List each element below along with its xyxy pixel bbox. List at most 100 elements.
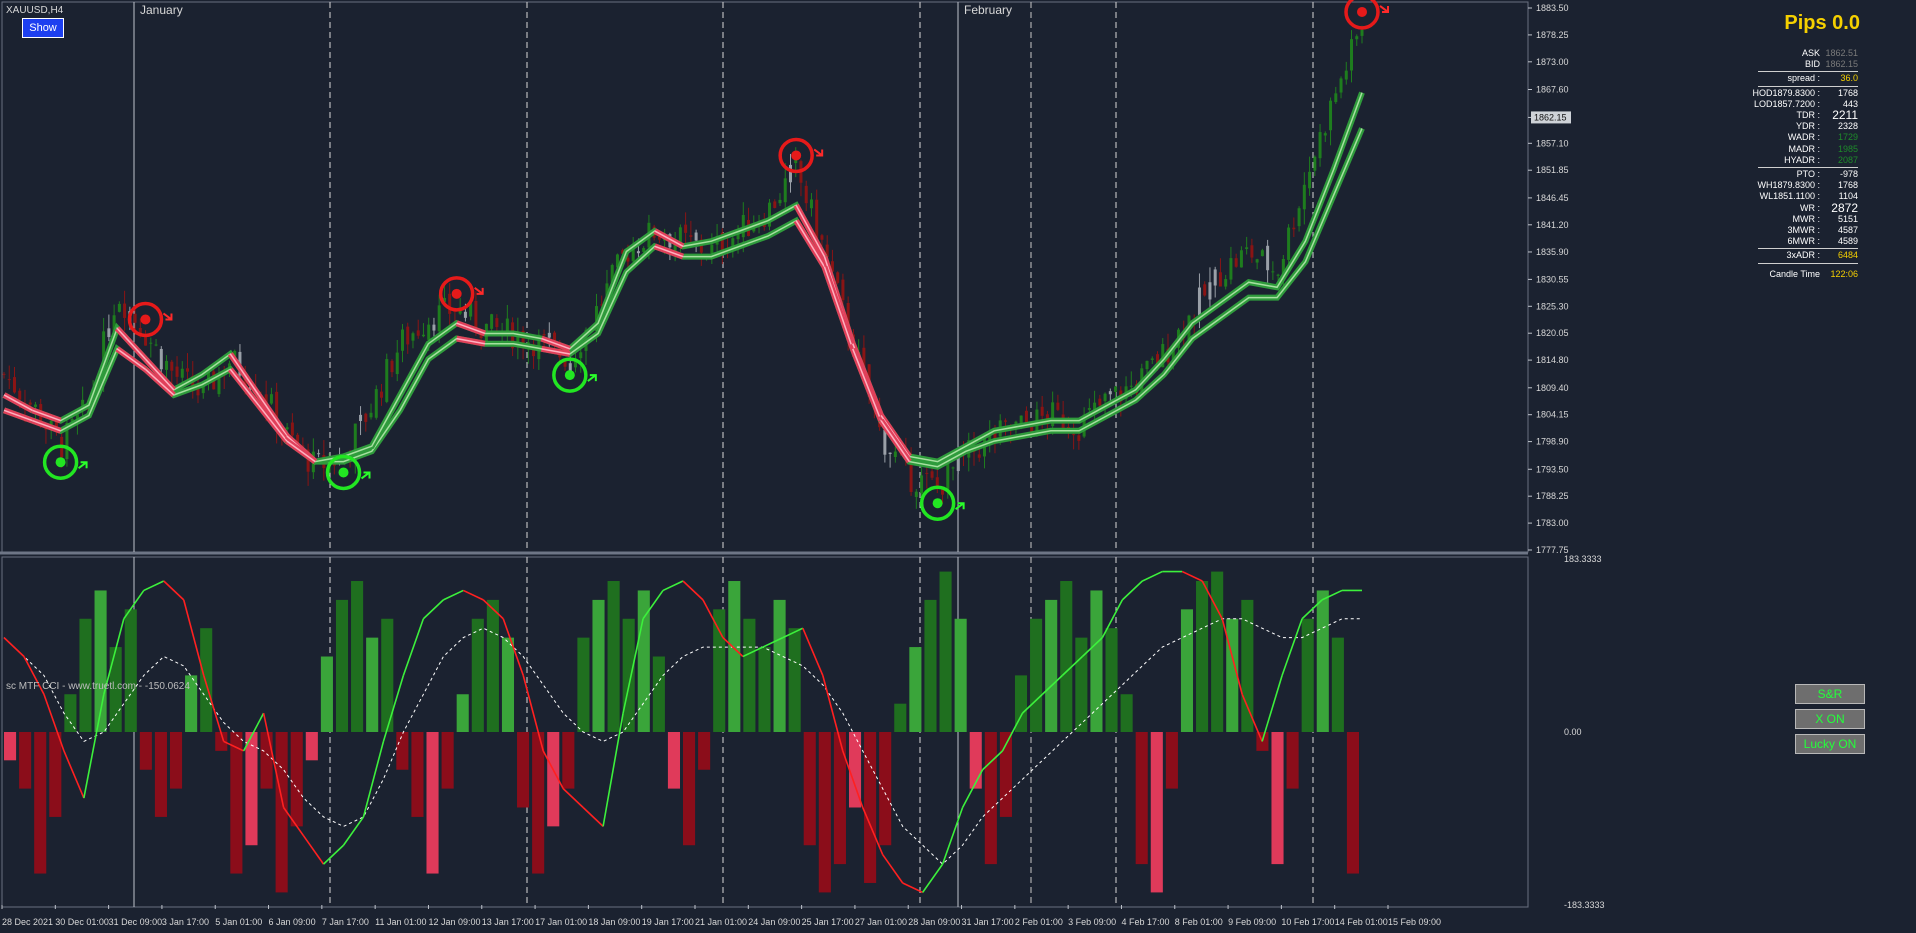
candle-body [1072, 434, 1076, 436]
cci-histogram-bar [335, 599, 349, 732]
time-tick-label: 31 Jan 17:00 [962, 917, 1014, 927]
info-row-value: 1862.15 [1825, 59, 1858, 70]
candle-body [1208, 282, 1212, 300]
candle-body [547, 332, 551, 338]
candle-body [1323, 133, 1327, 136]
time-tick-label: 18 Jan 09:00 [588, 917, 640, 927]
info-row-value: 4589 [1837, 236, 1858, 247]
price-tick-label: 1878.25 [1536, 30, 1569, 40]
candle-body [689, 235, 693, 237]
price-tick-label: 1793.50 [1536, 464, 1569, 474]
cci-histogram-bar [139, 732, 152, 770]
info-row: BID 1862.15 [1738, 59, 1864, 70]
cci-fast-line-segment [63, 750, 85, 799]
cci-fast-line-segment [3, 637, 25, 658]
buy-arrow [955, 502, 965, 511]
cci-fast-line-segment [422, 599, 444, 620]
info-row-value: 36.0 [1840, 73, 1858, 84]
sr-button[interactable]: S&R [1795, 684, 1865, 704]
candle-body [411, 333, 415, 341]
candle-body [1292, 227, 1296, 230]
cci-histogram-bar [803, 732, 816, 846]
buy-arrow [77, 461, 88, 470]
candle-body [2, 373, 6, 375]
candle-body [427, 324, 431, 340]
candle-body [159, 348, 163, 370]
time-tick-label: 2 Feb 01:00 [1015, 917, 1063, 927]
cci-histogram-bar [4, 732, 17, 761]
info-row: WR : 2872 [1738, 200, 1864, 215]
ma-downtrend-core [456, 322, 486, 335]
time-tick-label: 19 Jan 17:00 [642, 917, 694, 927]
cci-histogram-bar [833, 732, 846, 865]
cci-histogram-bar [1165, 732, 1178, 789]
cci-fast-line-segment [941, 807, 964, 865]
candle-body [1229, 258, 1233, 280]
candle-body [684, 224, 688, 233]
cci-histogram-bar [1196, 581, 1209, 732]
cci-histogram-bar [1120, 694, 1133, 732]
cci-histogram-bar [245, 732, 258, 846]
info-separator [1758, 85, 1858, 87]
cci-fast-line-segment [1181, 570, 1203, 582]
time-tick-label: 10 Feb 17:00 [1281, 917, 1334, 927]
candle-body [123, 303, 127, 318]
candle-body [432, 324, 436, 331]
info-row: PTO : -978 [1738, 169, 1864, 180]
lucky-on-button[interactable]: Lucky ON [1795, 734, 1865, 754]
price-tick-label: 1873.00 [1536, 57, 1569, 67]
candle-body [951, 467, 955, 469]
cci-histogram-bar [456, 694, 469, 732]
candle-body [820, 235, 824, 240]
chart-canvas[interactable]: January February 1883.50 1878.25 1873.00 1867… [0, 0, 1916, 933]
cci-fast-line-segment [562, 788, 584, 809]
price-tick-label: 1867.60 [1536, 84, 1569, 94]
cci-histogram-bar [517, 732, 530, 808]
info-row-value: -978 [1839, 169, 1858, 179]
info-row-value: 2872 [1831, 200, 1858, 215]
candle-body [1339, 78, 1343, 93]
cci-histogram-bar [1331, 637, 1344, 732]
candle-body [1056, 402, 1060, 410]
candle-body [154, 344, 158, 346]
time-tick-label: 28 Dec 2021 [2, 917, 53, 927]
info-row: MWR : 5151 [1738, 214, 1864, 225]
candle-body [788, 164, 792, 183]
cci-histogram-bar [1316, 590, 1329, 732]
cci-histogram-bar [64, 694, 77, 732]
cci-indicator-label: sc MTF CCI - www.truetl.com - -150.0624 [6, 681, 190, 692]
buy-arrow [587, 374, 597, 382]
cci-tick-label: -183.3333 [1564, 900, 1605, 910]
info-row: 3xADR : 6484 [1738, 250, 1864, 261]
cci-histogram-bar [864, 732, 877, 883]
show-button[interactable]: Show [22, 18, 64, 38]
time-tick-label: 4 Feb 17:00 [1121, 917, 1169, 927]
candle-body [290, 422, 294, 436]
candle-body [107, 328, 111, 338]
candle-body [636, 251, 640, 254]
cci-histogram-bar [562, 732, 575, 789]
candle-body [773, 201, 777, 208]
cci-histogram-bar [607, 581, 620, 732]
cci-fast-line-segment [143, 580, 165, 592]
info-row: MADR : 1985 [1738, 144, 1864, 155]
cci-histogram-bar [698, 732, 711, 770]
candle-body [1276, 274, 1280, 276]
cci-tick-label: 183.3333 [1564, 554, 1602, 564]
candle-body [180, 368, 184, 378]
cci-fast-line-segment [1141, 570, 1163, 582]
cci-fast-line-segment [322, 844, 345, 865]
cci-histogram-bar [1060, 581, 1073, 732]
cci-histogram-bar [49, 732, 62, 817]
candle-body [1318, 132, 1322, 159]
info-row: TDR : 2211 [1738, 109, 1864, 121]
cci-histogram-bar [501, 637, 515, 732]
sell-signal-dot [451, 288, 462, 299]
cci-fast-line-segment [402, 618, 425, 676]
cci-histogram-bar [34, 732, 47, 874]
cci-histogram-bar [577, 637, 590, 732]
x-on-button[interactable]: X ON [1795, 709, 1865, 729]
cci-tick-label: 0.00 [1564, 727, 1582, 737]
cci-fast-line-segment [342, 816, 365, 846]
candle-body [1040, 406, 1044, 416]
